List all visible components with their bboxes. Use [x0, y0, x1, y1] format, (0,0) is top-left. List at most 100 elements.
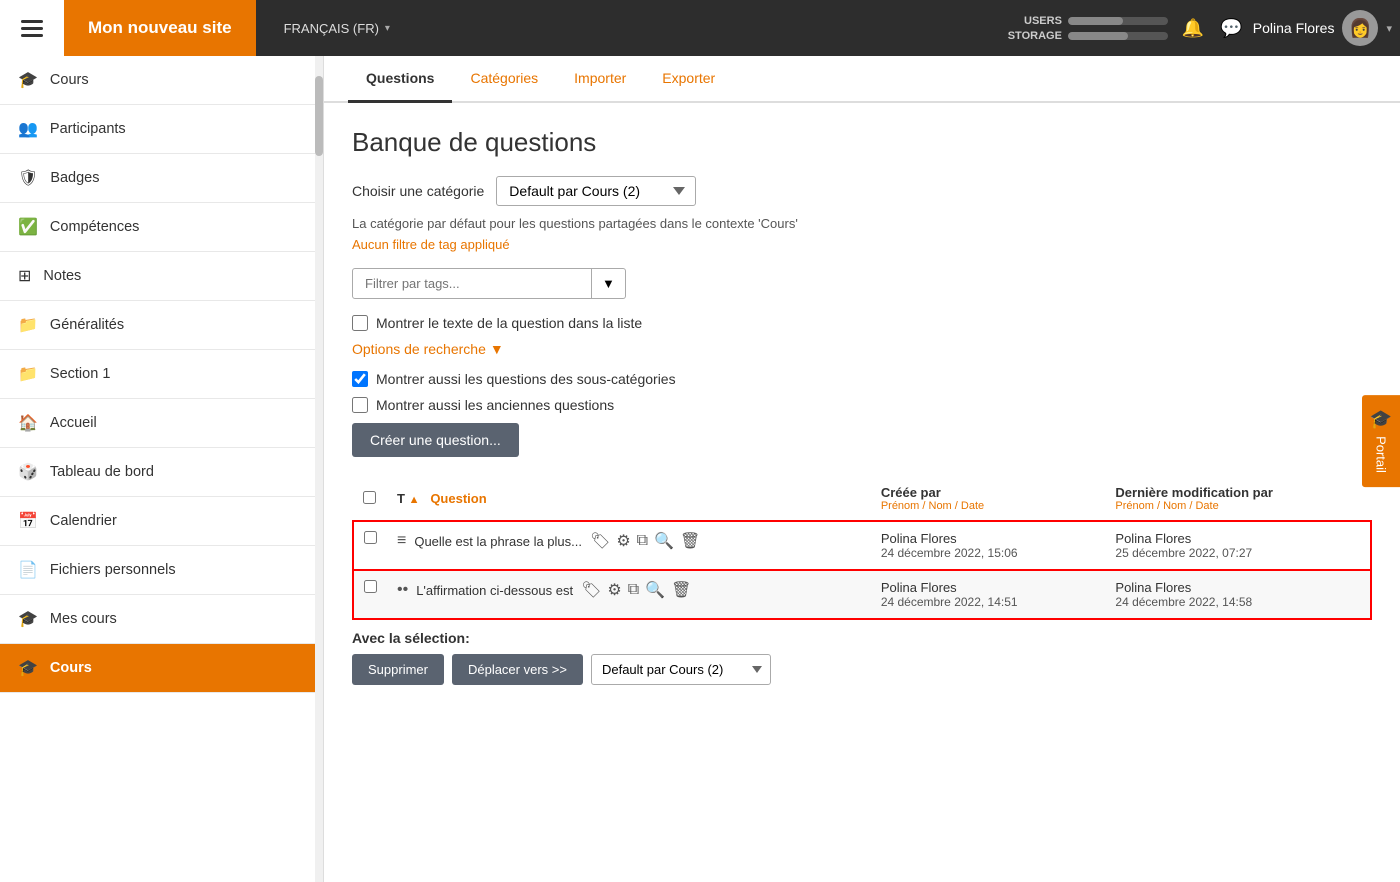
- folder2-icon: 📁: [18, 364, 38, 384]
- portal-label: Portail: [1373, 436, 1388, 473]
- avatar: 👩: [1342, 10, 1378, 46]
- home-icon: 🏠: [18, 413, 38, 433]
- filter-dropdown-button[interactable]: ▼: [592, 268, 626, 299]
- sidebar-item-generalites[interactable]: 📁 Généralités: [0, 301, 323, 350]
- preview-action-icon[interactable]: 🔍: [645, 580, 665, 600]
- settings-action-icon[interactable]: ⚙: [607, 580, 621, 600]
- show-old-questions-label: Montrer aussi les anciennes questions: [376, 397, 614, 413]
- question-actions: 🏷 ⚙ ⧉ 🔍 🗑: [581, 580, 691, 600]
- avec-label: Avec la sélection:: [352, 630, 1372, 646]
- tab-questions[interactable]: Questions: [348, 56, 452, 103]
- show-question-text-checkbox[interactable]: [352, 315, 368, 331]
- type-label: T: [397, 491, 405, 506]
- question-text: Quelle est la phrase la plus...: [414, 534, 582, 549]
- show-question-text-label: Montrer le texte de la question dans la …: [376, 315, 642, 331]
- sidebar-item-label: Cours: [50, 660, 92, 676]
- user-name: Polina Flores: [1253, 20, 1335, 36]
- sidebar-item-badges[interactable]: 🛡 Badges: [0, 154, 323, 203]
- search-options-arrow: ▼: [490, 341, 504, 357]
- user-menu[interactable]: Polina Flores 👩 ▾: [1253, 10, 1392, 46]
- question-type-icon: ••: [397, 581, 408, 599]
- messages-icon[interactable]: 💬: [1220, 18, 1242, 39]
- notifications-icon[interactable]: 🔔: [1182, 18, 1204, 39]
- question-type-icon: ≡: [397, 532, 406, 550]
- scrollbar-thumb[interactable]: [315, 76, 323, 156]
- show-old-questions-checkbox[interactable]: [352, 397, 368, 413]
- shield-icon: 🛡: [18, 168, 38, 188]
- table-row: •• L'affirmation ci-dessous est 🏷 ⚙ ⧉ 🔍 …: [353, 570, 1371, 619]
- grid-icon: ⊞: [18, 266, 31, 286]
- row-checkbox[interactable]: [364, 531, 377, 544]
- show-subcategories-row: Montrer aussi les questions des sous-cat…: [352, 371, 1372, 387]
- modified-date: 25 décembre 2022, 07:27: [1115, 546, 1360, 560]
- portal-tab[interactable]: 🎓 Portail: [1362, 395, 1400, 487]
- copy-action-icon[interactable]: ⧉: [637, 532, 648, 550]
- sidebar-item-mes-cours[interactable]: 🎓 Mes cours: [0, 595, 323, 644]
- delete-action-icon[interactable]: 🗑: [680, 531, 700, 551]
- category-desc: La catégorie par défaut pour les questio…: [352, 216, 1372, 231]
- select-all-header: [353, 477, 387, 521]
- tab-categories[interactable]: Catégories: [452, 56, 556, 103]
- deplacer-category-select[interactable]: Default par Cours (2): [591, 654, 771, 685]
- sidebar-item-label: Accueil: [50, 415, 97, 431]
- hamburger-menu[interactable]: [0, 0, 64, 56]
- tag-action-icon[interactable]: 🏷: [590, 531, 610, 551]
- sidebar-item-label: Compétences: [50, 219, 139, 235]
- modified-date: 24 décembre 2022, 14:58: [1115, 595, 1360, 609]
- create-question-button[interactable]: Créer une question...: [352, 423, 519, 457]
- table-body: ≡ Quelle est la phrase la plus... 🏷 ⚙ ⧉ …: [353, 521, 1371, 619]
- sidebar-item-label: Tableau de bord: [50, 464, 154, 480]
- scrollbar-track: [315, 56, 323, 882]
- users-label: USERS: [1007, 15, 1062, 27]
- sidebar-item-participants[interactable]: 👥 Participants: [0, 105, 323, 154]
- sidebar-item-fichiers-personnels[interactable]: 📄 Fichiers personnels: [0, 546, 323, 595]
- sidebar-item-label: Badges: [50, 170, 99, 186]
- portal-icon: 🎓: [1370, 409, 1392, 430]
- tag-filter-input[interactable]: [352, 268, 592, 299]
- page-content: Banque de questions Choisir une catégori…: [324, 103, 1400, 709]
- sidebar-item-calendrier[interactable]: 📅 Calendrier: [0, 497, 323, 546]
- sidebar-item-cours-top[interactable]: 🎓 Cours: [0, 56, 323, 105]
- category-select[interactable]: Default par Cours (2): [496, 176, 696, 206]
- language-selector[interactable]: FRANÇAIS (FR) ▾: [284, 21, 390, 36]
- content-inner: Questions Catégories Importer Exporter B…: [324, 56, 1400, 882]
- table-header: T ▲ Question Créée par Prénom / Nom / Da…: [353, 477, 1371, 521]
- storage-info: USERS STORAGE: [1007, 15, 1168, 42]
- sidebar-item-label: Participants: [50, 121, 126, 137]
- row-checkbox[interactable]: [364, 580, 377, 593]
- sidebar-item-competences[interactable]: ✅ Compétences: [0, 203, 323, 252]
- category-label: Choisir une catégorie: [352, 183, 484, 199]
- select-all-checkbox[interactable]: [363, 491, 376, 504]
- category-row: Choisir une catégorie Default par Cours …: [352, 176, 1372, 206]
- type-column-header[interactable]: T ▲ Question: [387, 477, 871, 521]
- search-options-link[interactable]: Options de recherche ▼: [352, 341, 1372, 357]
- preview-action-icon[interactable]: 🔍: [654, 531, 674, 551]
- supprimer-button[interactable]: Supprimer: [352, 654, 444, 685]
- settings-action-icon[interactable]: ⚙: [616, 531, 630, 551]
- sidebar-item-notes[interactable]: ⊞ Notes: [0, 252, 323, 301]
- sidebar-item-cours-active[interactable]: 🎓 Cours: [0, 644, 323, 693]
- show-subcategories-checkbox[interactable]: [352, 371, 368, 387]
- site-name[interactable]: Mon nouveau site: [64, 0, 256, 56]
- question-actions: 🏷 ⚙ ⧉ 🔍 🗑: [590, 531, 700, 551]
- calendar-icon: 📅: [18, 511, 38, 531]
- mycourses-icon: 🎓: [18, 609, 38, 629]
- sidebar-item-accueil[interactable]: 🏠 Accueil: [0, 399, 323, 448]
- no-filter-link[interactable]: Aucun filtre de tag appliqué: [352, 237, 1372, 252]
- created-by-header: Créée par Prénom / Nom / Date: [871, 477, 1106, 521]
- hamburger-icon: [21, 20, 43, 37]
- show-subcategories-label: Montrer aussi les questions des sous-cat…: [376, 371, 676, 387]
- delete-action-icon[interactable]: 🗑: [671, 580, 691, 600]
- sort-arrow: ▲: [409, 494, 420, 506]
- tab-exporter[interactable]: Exporter: [644, 56, 733, 103]
- storage-label: STORAGE: [1007, 30, 1062, 42]
- sidebar-item-tableau-de-bord[interactable]: 🎲 Tableau de bord: [0, 448, 323, 497]
- tag-action-icon[interactable]: 🏷: [581, 580, 601, 600]
- language-dropdown-arrow: ▾: [385, 23, 390, 34]
- deplacer-button[interactable]: Déplacer vers >>: [452, 654, 583, 685]
- sidebar-item-label: Section 1: [50, 366, 110, 382]
- top-navigation: Mon nouveau site FRANÇAIS (FR) ▾ USERS S…: [0, 0, 1400, 56]
- tab-importer[interactable]: Importer: [556, 56, 644, 103]
- copy-action-icon[interactable]: ⧉: [628, 581, 639, 599]
- sidebar-item-section1[interactable]: 📁 Section 1: [0, 350, 323, 399]
